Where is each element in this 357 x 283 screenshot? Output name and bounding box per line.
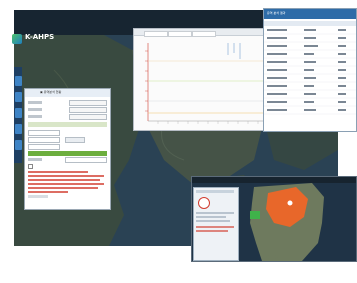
small-button[interactable]: [28, 195, 48, 198]
select-field-2[interactable]: [69, 107, 107, 113]
note-line: [28, 187, 98, 189]
row-label: [28, 158, 42, 161]
note-line: [28, 183, 104, 185]
info-panel-header: [196, 190, 234, 193]
note-line: [28, 171, 88, 173]
rail-button-3[interactable]: [15, 108, 22, 118]
analysis-panel: ▣ 유역분석 현황: [24, 88, 111, 210]
table-body: [264, 29, 356, 115]
chart-tab-2[interactable]: [168, 31, 192, 37]
date-input-2[interactable]: [28, 137, 60, 143]
run-analysis-button[interactable]: [28, 151, 107, 156]
info-line: [196, 230, 228, 232]
panel-header: [25, 89, 110, 97]
date-input-1[interactable]: [28, 130, 60, 136]
date-input-3[interactable]: [28, 144, 60, 150]
table-title: 유역 분석 결과: [267, 11, 286, 15]
chart-tab-1[interactable]: [144, 31, 168, 37]
section-header: [28, 122, 107, 127]
select-field-3[interactable]: [69, 114, 107, 120]
info-line: [196, 216, 226, 218]
table-header-row: [264, 21, 356, 26]
rail-button-4[interactable]: [15, 124, 22, 134]
note-line: [28, 175, 104, 177]
note-line: [28, 179, 100, 181]
korea-map-window[interactable]: [191, 176, 357, 262]
k-ahps-logo-icon: [12, 34, 22, 44]
rail-button-1[interactable]: [15, 76, 22, 86]
chart-tab-3[interactable]: [192, 31, 216, 37]
app-logo-text: K-AHPS: [25, 33, 55, 41]
date-range-input[interactable]: [65, 157, 107, 163]
rail-button-2[interactable]: [15, 92, 22, 102]
panel-title: ▣ 유역분석 현황: [40, 90, 62, 94]
row-label: [28, 108, 42, 111]
select-field-4[interactable]: [65, 137, 85, 143]
info-line: [196, 212, 234, 214]
info-line: [196, 226, 234, 228]
option-checkbox[interactable]: [28, 164, 33, 169]
hydrograph-window[interactable]: [133, 28, 276, 131]
hydrograph-plot: [145, 43, 266, 124]
row-label: [28, 115, 42, 118]
row-label: [28, 101, 42, 104]
rail-button-5[interactable]: [15, 140, 22, 150]
select-field-1[interactable]: [69, 100, 107, 106]
results-table-window[interactable]: 유역 분석 결과: [263, 8, 357, 132]
note-line: [28, 191, 68, 193]
info-line: [196, 220, 230, 222]
map-pin-icon[interactable]: [198, 197, 210, 209]
korea-info-panel: [193, 187, 239, 261]
